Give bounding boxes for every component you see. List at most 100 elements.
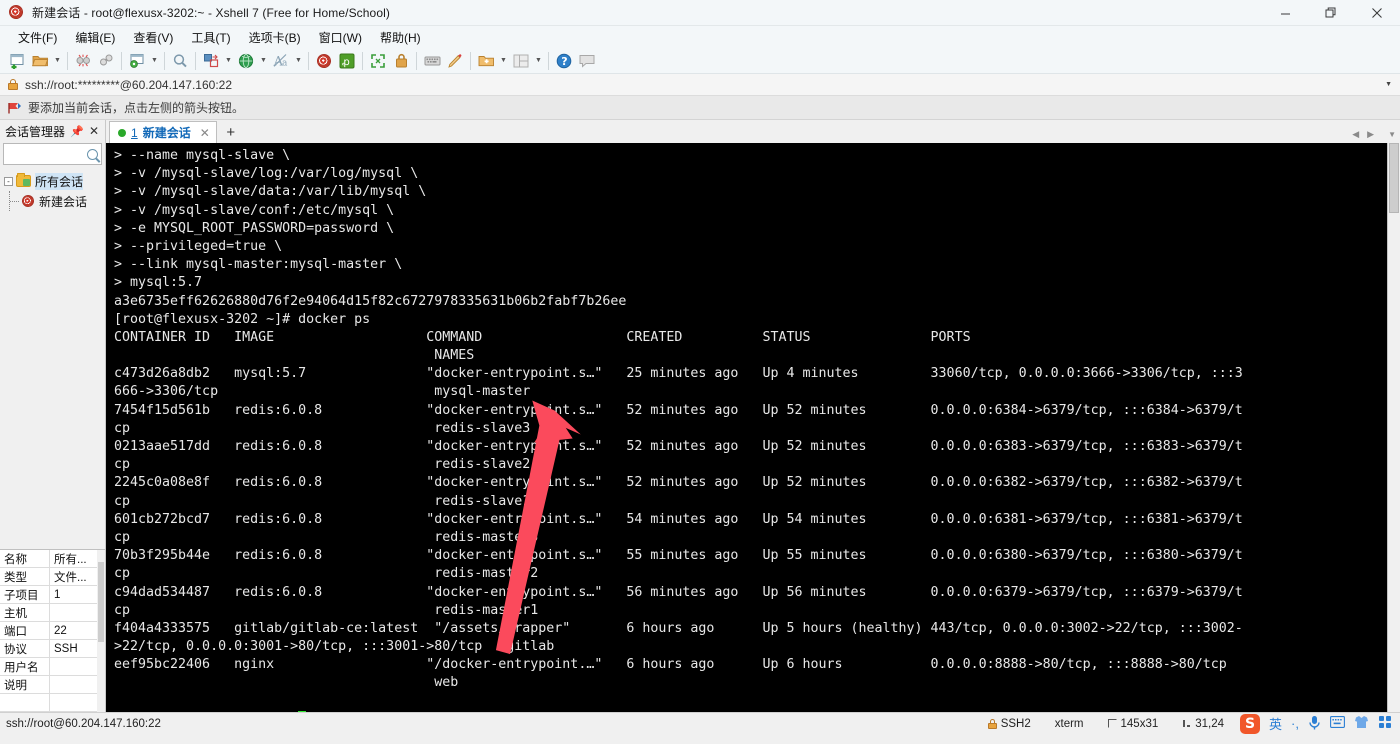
tab-close-icon[interactable]: ✕ <box>200 126 210 140</box>
svg-text:ꝓ: ꝓ <box>342 57 350 68</box>
menu-edit[interactable]: 编辑(E) <box>67 27 123 48</box>
menu-tools[interactable]: 工具(T) <box>183 27 238 48</box>
table-row: 子项目 1 <box>0 586 105 604</box>
chevron-left-icon[interactable]: ◀ <box>1352 129 1359 140</box>
tab-label: 新建会话 <box>142 126 191 140</box>
address-bar[interactable]: ssh://root:*********@60.204.147.160:22 ▼ <box>0 74 1400 96</box>
new-folder-dropdown-icon[interactable]: ▼ <box>498 50 509 72</box>
toolbar-separator <box>67 51 68 70</box>
new-folder-icon[interactable] <box>475 50 497 72</box>
close-icon[interactable]: ✕ <box>89 124 99 138</box>
lock-icon <box>987 718 997 729</box>
terminal-scrollbar[interactable] <box>1387 143 1400 712</box>
toolbar-separator <box>416 51 417 70</box>
tab-new-session[interactable]: 1 新建会话 ✕ <box>109 121 217 143</box>
menu-help[interactable]: 帮助(H) <box>372 27 429 48</box>
terminal-line: cp redis-slave1 <box>114 493 531 509</box>
terminal-output[interactable]: > --name mysql-slave \ > -v /mysql-slave/… <box>106 143 1387 712</box>
ime-language-mode[interactable]: 英 <box>1269 714 1282 733</box>
terminal-line: > --privileged=true \ <box>114 238 283 254</box>
disconnect-icon <box>72 50 94 72</box>
file-transfer-icon[interactable] <box>200 50 222 72</box>
ime-soft-keyboard-icon[interactable] <box>1330 716 1345 731</box>
status-right-group: SSH2 xterm 145x31 31,24 S 英 ·, <box>976 713 1400 734</box>
chevron-down-icon[interactable]: ▼ <box>1385 81 1392 88</box>
help-icon[interactable]: ? <box>553 50 575 72</box>
scrollbar-thumb[interactable] <box>98 562 104 642</box>
xftp-icon[interactable]: ꝓ <box>336 50 358 72</box>
terminal-line: >22/tcp, 0.0.0.0:3001->80/tcp, :::3001->… <box>114 639 555 655</box>
menu-file[interactable]: 文件(F) <box>10 27 65 48</box>
properties-scrollbar[interactable] <box>97 550 105 712</box>
terminal-container: > --name mysql-slave \ > -v /mysql-slave/… <box>106 143 1400 712</box>
xshell-spiral-icon <box>7 2 25 21</box>
layout-dropdown-icon[interactable]: ▼ <box>533 50 544 72</box>
terminal-line: cp redis-master1 <box>114 602 539 618</box>
file-transfer-dropdown-icon[interactable]: ▼ <box>223 50 234 72</box>
open-folder-dropdown-icon[interactable]: ▼ <box>52 50 63 72</box>
terminal-line: 7454f15d561b redis:6.0.8 "docker-entrypo… <box>114 402 1243 418</box>
open-folder-icon[interactable] <box>29 50 51 72</box>
lock-icon[interactable] <box>390 50 412 72</box>
session-tree: - 所有会话 新建会话 <box>0 165 105 211</box>
session-properties-icon[interactable] <box>126 50 148 72</box>
sogou-ime-logo[interactable]: S <box>1240 713 1261 734</box>
window-title: 新建会话 - root@flexusx-3202:~ - Xshell 7 (F… <box>32 6 390 20</box>
menu-tabs[interactable]: 选项卡(B) <box>241 27 309 48</box>
xshell-icon[interactable] <box>313 50 335 72</box>
tab-status-dot <box>118 128 126 137</box>
menu-view[interactable]: 查看(V) <box>125 27 181 48</box>
terminal-line: 2245c0a08e8f redis:6.0.8 "docker-entrypo… <box>114 475 1243 491</box>
tree-expand-toggle[interactable]: - <box>4 176 13 186</box>
prop-key: 用户名 <box>0 658 50 675</box>
table-row-empty <box>0 694 105 712</box>
terminal-line: c94dad534487 redis:6.0.8 "docker-entrypo… <box>114 584 1243 600</box>
new-tab-button[interactable]: + <box>221 122 241 142</box>
tree-root-label[interactable]: 所有会话 <box>35 172 84 190</box>
globe-icon[interactable] <box>235 50 257 72</box>
tree-child-label[interactable]: 新建会话 <box>39 193 87 210</box>
status-size-label: 145x31 <box>1120 717 1159 730</box>
close-button[interactable] <box>1354 0 1400 26</box>
table-row: 用户名 <box>0 658 105 676</box>
session-properties-dropdown-icon[interactable]: ▼ <box>149 50 160 72</box>
maximize-button[interactable] <box>1308 0 1354 26</box>
fullscreen-icon[interactable] <box>367 50 389 72</box>
font-size-icon[interactable]: A a <box>270 50 292 72</box>
terminal-line: c473d26a8db2 mysql:5.7 "docker-entrypoin… <box>114 366 1243 382</box>
tree-root-row[interactable]: - 所有会话 <box>4 171 105 191</box>
find-icon[interactable] <box>169 50 191 72</box>
session-manager-header: 会话管理器 📌 ✕ <box>0 120 105 142</box>
pin-icon[interactable]: 📌 <box>70 125 84 138</box>
terminal-line: > -v /mysql-slave/conf:/etc/mysql \ <box>114 202 395 218</box>
chevron-down-icon[interactable]: ▼ <box>1388 130 1396 139</box>
red-flag-icon <box>8 102 22 114</box>
ime-toolbox-icon[interactable] <box>1378 715 1392 732</box>
terminal-line: > --name mysql-slave \ <box>114 148 291 163</box>
minimize-button[interactable] <box>1262 0 1308 26</box>
status-protocol: SSH2 <box>976 718 1043 730</box>
chevron-right-icon[interactable]: ▶ <box>1367 129 1374 140</box>
prop-key: 名称 <box>0 550 50 567</box>
prop-key: 主机 <box>0 604 50 621</box>
prop-key: 端口 <box>0 622 50 639</box>
prop-key <box>0 694 50 711</box>
menu-window[interactable]: 窗口(W) <box>311 27 370 48</box>
session-search-input[interactable] <box>3 143 102 165</box>
ime-voice-input-icon[interactable] <box>1308 715 1321 733</box>
new-session-icon[interactable] <box>6 50 28 72</box>
tree-child-row[interactable]: 新建会话 <box>4 191 105 211</box>
menu-bar: 文件(F) 编辑(E) 查看(V) 工具(T) 选项卡(B) 窗口(W) 帮助(… <box>0 26 1400 48</box>
globe-dropdown-icon[interactable]: ▼ <box>258 50 269 72</box>
table-row: 主机 <box>0 604 105 622</box>
toolbar-separator <box>164 51 165 70</box>
ime-punctuation-mode[interactable]: ·, <box>1291 716 1299 731</box>
folder-icon <box>16 173 31 187</box>
font-size-dropdown-icon[interactable]: ▼ <box>293 50 304 72</box>
ime-skin-icon[interactable] <box>1354 715 1369 732</box>
toolbar: ▼ ▼ ▼ ▼ a ▼ ꝓ ▼ ▼ ? <box>0 48 1400 74</box>
keyboard-icon <box>421 50 443 72</box>
highlight-icon[interactable] <box>444 50 466 72</box>
scrollbar-thumb[interactable] <box>1389 143 1399 213</box>
